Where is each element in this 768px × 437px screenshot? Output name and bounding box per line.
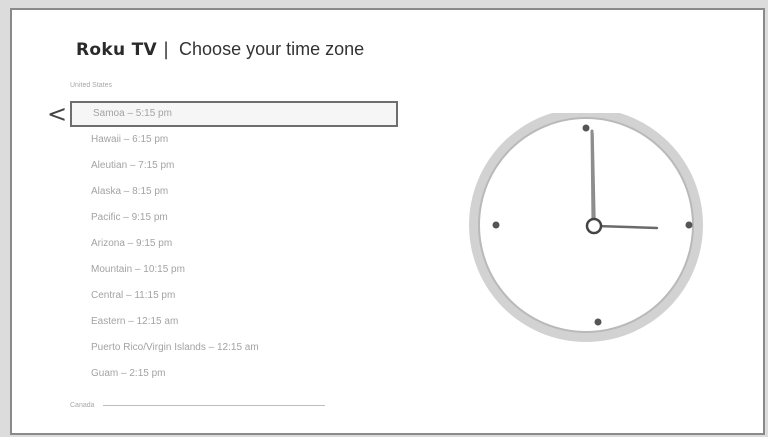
timezone-item[interactable]: Mountain – 10:15 pm (69, 257, 399, 283)
timezone-item[interactable]: Samoa – 5:15 pm (70, 101, 398, 127)
tv-screen: Roku TV | Choose your time zone United S… (10, 8, 765, 435)
back-arrow-icon[interactable]: < (47, 102, 67, 126)
brand-logo: Roku TV (76, 40, 157, 60)
page-title: Choose your time zone (179, 39, 365, 59)
header: Roku TV | Choose your time zone (76, 39, 364, 60)
timezone-item[interactable]: Aleutian – 7:15 pm (69, 153, 399, 179)
timezone-item[interactable]: Arizona – 9:15 pm (69, 231, 399, 257)
clock-marker-9 (492, 221, 500, 229)
section-label-canada: Canada (70, 402, 95, 409)
timezone-item[interactable]: Pacific – 9:15 pm (69, 205, 399, 231)
timezone-item[interactable]: Hawaii – 6:15 pm (69, 127, 399, 153)
section-divider (102, 405, 325, 406)
section-label-united-states: United States (70, 82, 113, 89)
clock-minute-hand-line (590, 129, 595, 227)
timezone-list: Samoa – 5:15 pm Hawaii – 6:15 pm Aleutia… (69, 101, 399, 387)
timezone-item[interactable]: Alaska – 8:15 pm (69, 179, 399, 205)
timezone-item[interactable]: Central – 11:15 pm (69, 283, 399, 309)
timezone-item[interactable]: Eastern – 12:15 am (69, 309, 399, 335)
timezone-item[interactable]: Puerto Rico/Virgin Islands – 12:15 am (69, 335, 399, 361)
timezone-item[interactable]: Guam – 2:15 pm (69, 361, 399, 387)
analog-clock-icon (469, 113, 703, 342)
section-canada: Canada (70, 402, 325, 409)
clock-marker-6 (594, 318, 602, 326)
clock-marker-12 (582, 124, 590, 132)
clock-marker-3 (685, 221, 693, 229)
clock-center-pin (585, 217, 603, 235)
header-divider: | (162, 39, 170, 60)
